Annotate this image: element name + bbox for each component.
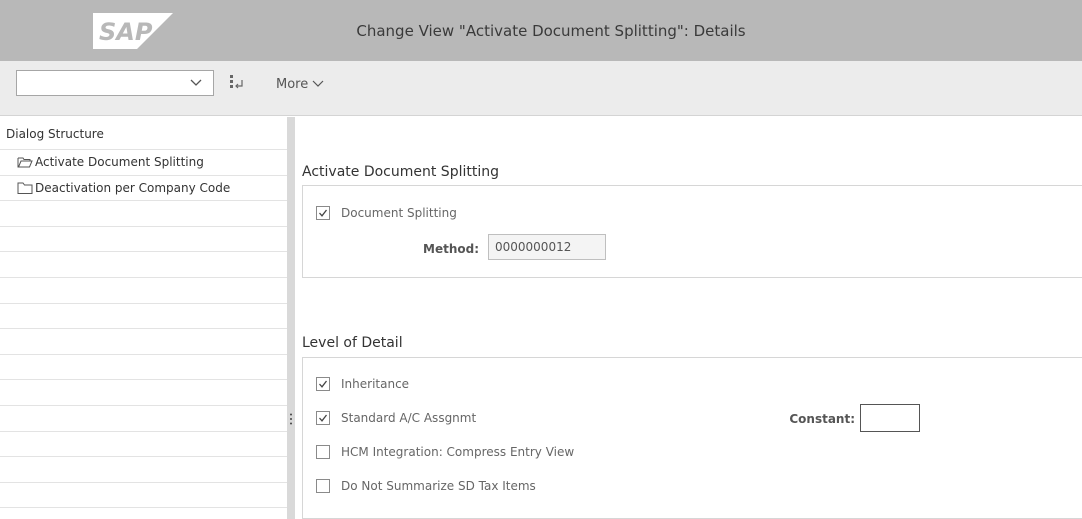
- tree-empty-row: [0, 201, 287, 227]
- open-folder-icon: [17, 157, 33, 168]
- tree-item-label: Deactivation per Company Code: [35, 180, 231, 195]
- tree-item-activate-document-splitting[interactable]: Activate Document Splitting: [0, 150, 287, 176]
- tree-item-deactivation-per-company-code[interactable]: Deactivation per Company Code: [0, 176, 287, 202]
- chevron-down-icon: [312, 80, 324, 87]
- details-area: Activate Document Splitting Document Spl…: [295, 117, 1082, 519]
- tree-empty-row: [0, 278, 287, 304]
- tree-empty-row: [0, 406, 287, 432]
- constant-label: Constant:: [789, 412, 855, 426]
- tree-empty-row: [0, 483, 287, 509]
- grip-icon: [290, 413, 292, 425]
- tree-empty-row: [0, 380, 287, 406]
- title-bar: SAP Change View "Activate Document Split…: [0, 0, 1082, 61]
- method-label: Method:: [423, 242, 479, 256]
- section-title-level-of-detail: Level of Detail: [302, 335, 403, 351]
- checkmark-icon: [319, 380, 328, 388]
- constant-field[interactable]: [860, 404, 920, 432]
- more-button[interactable]: More: [276, 77, 324, 92]
- inheritance-checkbox[interactable]: [316, 377, 330, 391]
- checkmark-icon: [319, 414, 328, 422]
- standard-ac-label: Standard A/C Assgnmt: [341, 411, 477, 425]
- tree-empty-row: [0, 355, 287, 381]
- page-title: Change View "Activate Document Splitting…: [356, 22, 746, 40]
- method-field[interactable]: 0000000012: [488, 234, 606, 260]
- tree-empty-row: [0, 227, 287, 253]
- hcm-label: HCM Integration: Compress Entry View: [341, 445, 575, 459]
- activate-group: Document Splitting Method: 0000000012: [302, 185, 1082, 278]
- dialog-structure-title: Dialog Structure: [6, 127, 104, 141]
- folder-icon: [17, 182, 33, 194]
- pane-splitter[interactable]: [287, 117, 295, 519]
- hcm-checkbox[interactable]: [316, 445, 330, 459]
- document-splitting-label: Document Splitting: [341, 206, 457, 220]
- standard-ac-checkbox[interactable]: [316, 411, 330, 425]
- command-field[interactable]: [16, 70, 214, 96]
- sd-tax-checkbox[interactable]: [316, 479, 330, 493]
- tree-empty-row: [0, 457, 287, 483]
- tree-empty-row: [0, 252, 287, 278]
- inheritance-label: Inheritance: [341, 377, 410, 391]
- tree-empty-row: [0, 304, 287, 330]
- dialog-structure-header: Dialog Structure: [0, 117, 287, 150]
- level-of-detail-group: Inheritance Standard A/C Assgnmt HCM Int…: [302, 357, 1082, 519]
- toolbar: More: [0, 61, 1082, 116]
- section-title-activate: Activate Document Splitting: [302, 164, 499, 180]
- tree-empty-row: [0, 432, 287, 458]
- enter-icon[interactable]: [228, 73, 250, 93]
- tree-item-label: Activate Document Splitting: [35, 155, 204, 169]
- tree-empty-row: [0, 329, 287, 355]
- sd-tax-label: Do Not Summarize SD Tax Items: [341, 479, 536, 493]
- checkmark-icon: [319, 209, 328, 217]
- chevron-down-icon[interactable]: [189, 76, 203, 90]
- more-label: More: [276, 77, 309, 92]
- dialog-structure-pane: Dialog Structure Activate Document Split…: [0, 117, 287, 519]
- document-splitting-checkbox[interactable]: [316, 206, 330, 220]
